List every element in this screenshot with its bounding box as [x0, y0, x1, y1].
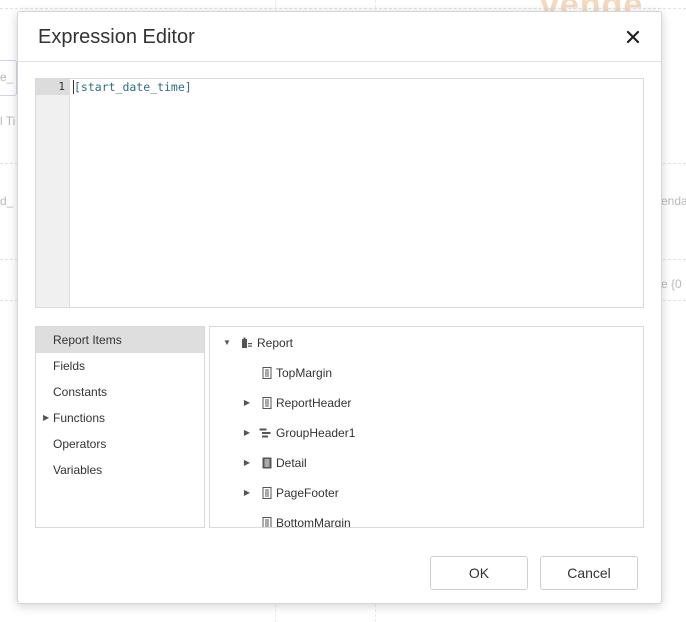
- tree-node-topmargin[interactable]: TopMargin: [210, 358, 630, 388]
- line-number: 1: [58, 80, 65, 93]
- expand-arrow-icon[interactable]: ▶: [242, 388, 252, 418]
- report-icon: [242, 337, 252, 348]
- category-item-report-items[interactable]: Report Items: [36, 327, 204, 353]
- tree-node-label: Detail: [276, 456, 307, 470]
- tree-node-label: GroupHeader1: [276, 426, 356, 440]
- cancel-button[interactable]: Cancel: [540, 556, 638, 590]
- active-line-highlight: 1: [36, 79, 69, 95]
- tree-node-groupheader1[interactable]: ▶ GroupHeader1: [210, 418, 630, 448]
- dialog-title: Expression Editor: [38, 26, 195, 48]
- expression-editor-dialog: Expression Editor 1 [start_date_time] Re…: [17, 11, 662, 604]
- tree-node-reportheader[interactable]: ▶ ReportHeader: [210, 388, 630, 418]
- tree-node-pagefooter[interactable]: ▶ PageFooter: [210, 478, 630, 508]
- close-button[interactable]: [621, 25, 645, 49]
- expand-arrow-icon[interactable]: ▶: [43, 405, 49, 431]
- band-icon: [262, 367, 272, 379]
- category-item-fields[interactable]: Fields: [36, 353, 204, 379]
- collapse-arrow-icon[interactable]: ▼: [222, 328, 232, 358]
- bg-text-fragment: e_: [0, 70, 14, 84]
- dialog-header: Expression Editor: [18, 12, 661, 62]
- category-item-functions[interactable]: ▶ Functions: [36, 405, 204, 431]
- category-label: Report Items: [53, 333, 122, 347]
- code-line[interactable]: [start_date_time]: [74, 80, 192, 94]
- category-label: Operators: [53, 437, 107, 451]
- group-header-icon: [259, 428, 271, 438]
- close-icon: [626, 30, 640, 44]
- category-label: Fields: [53, 359, 86, 373]
- category-label: Constants: [53, 385, 108, 399]
- detail-band-icon: [262, 457, 272, 469]
- expand-arrow-icon[interactable]: ▶: [242, 418, 252, 448]
- category-item-constants[interactable]: Constants: [36, 379, 204, 405]
- expand-arrow-icon[interactable]: ▶: [242, 478, 252, 508]
- band-icon: [262, 517, 272, 527]
- category-item-variables[interactable]: Variables: [36, 457, 204, 483]
- report-items-tree: ▼ Report TopMargin ▶ ReportHeader ▶ Grou…: [209, 326, 644, 528]
- band-icon: [262, 487, 272, 499]
- tree-node-report[interactable]: ▼ Report: [210, 328, 630, 358]
- bg-text-fragment: enda: [661, 194, 686, 208]
- bg-text-fragment: e {0: [661, 277, 682, 291]
- category-label: Functions: [53, 411, 106, 425]
- tree-node-label: PageFooter: [276, 486, 339, 500]
- bg-text-fragment: d_: [0, 194, 14, 208]
- ok-button[interactable]: OK: [430, 556, 528, 590]
- expand-arrow-icon[interactable]: ▶: [242, 448, 252, 478]
- bg-text-fragment: l Ti: [0, 114, 16, 128]
- category-item-operators[interactable]: Operators: [36, 431, 204, 457]
- tree-node-label: Report: [257, 336, 294, 350]
- line-number-gutter: 1: [36, 79, 70, 307]
- tree-node-label: ReportHeader: [276, 396, 352, 410]
- tree-node-bottommargin[interactable]: BottomMargin: [210, 508, 630, 528]
- expression-code-editor[interactable]: 1 [start_date_time]: [35, 78, 644, 308]
- category-list: Report Items Fields Constants ▶ Function…: [35, 326, 205, 528]
- category-label: Variables: [53, 463, 103, 477]
- tree-node-label: BottomMargin: [276, 516, 351, 528]
- tree-node-detail[interactable]: ▶ Detail: [210, 448, 630, 478]
- tree-node-label: TopMargin: [276, 366, 333, 380]
- band-icon: [262, 397, 272, 409]
